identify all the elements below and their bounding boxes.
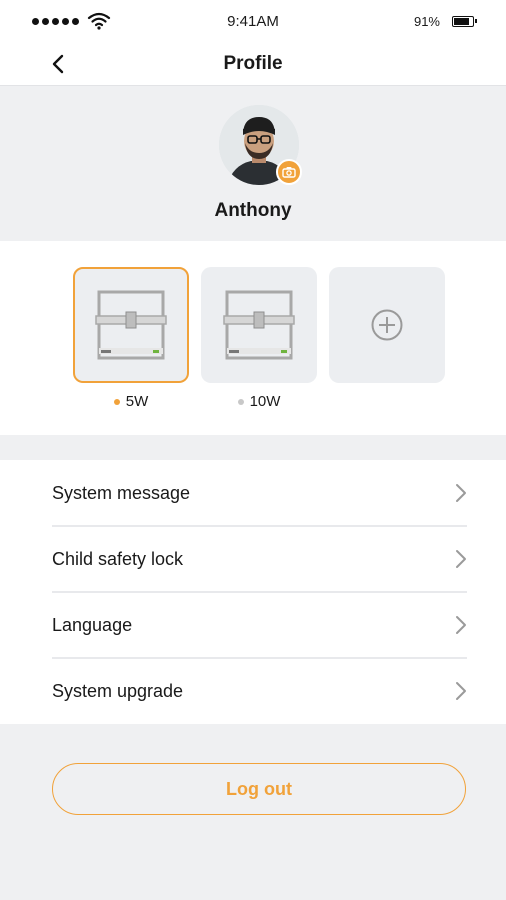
selected-dot xyxy=(113,398,120,405)
device-name: 10W xyxy=(249,393,281,410)
menu-item-system-upgrade[interactable]: System upgrade xyxy=(52,658,467,724)
change-photo-button[interactable] xyxy=(276,159,302,185)
battery-icon xyxy=(452,15,477,27)
device-card-10w[interactable] xyxy=(201,267,317,383)
device-label-10w: 10W xyxy=(201,393,317,410)
page-title: Profile xyxy=(223,53,283,74)
menu-item-system-message[interactable]: System message xyxy=(52,460,467,526)
plus-circle-icon xyxy=(371,309,403,341)
logout-button[interactable]: Log out xyxy=(52,763,466,815)
device-name: 5W xyxy=(125,393,149,410)
battery-percent: 91% xyxy=(413,13,440,29)
device-label-5w: 5W xyxy=(73,393,189,410)
profile-section: Anthony xyxy=(0,87,506,241)
menu-item-child-safety-lock[interactable]: Child safety lock xyxy=(52,526,467,592)
nav-bar: Profile xyxy=(0,42,506,86)
settings-menu: System message Child safety lock Languag… xyxy=(0,460,506,724)
avatar-wrap[interactable] xyxy=(219,105,302,187)
chevron-right-icon xyxy=(456,484,466,502)
camera-icon xyxy=(282,167,296,178)
menu-item-label: System message xyxy=(52,482,191,503)
menu-item-label: Child safety lock xyxy=(52,548,184,569)
status-bar: 9:41AM 91% xyxy=(0,0,506,42)
signal-dots-icon xyxy=(32,17,79,25)
add-device-button[interactable] xyxy=(329,267,445,383)
device-card-5w[interactable] xyxy=(73,267,189,383)
status-right: 91% xyxy=(413,13,477,29)
wifi-icon xyxy=(87,12,111,30)
chevron-right-icon xyxy=(456,550,466,568)
menu-item-label: Language xyxy=(52,614,133,635)
battery-fill xyxy=(454,17,470,25)
menu-item-language[interactable]: Language xyxy=(52,592,467,658)
user-name: Anthony xyxy=(214,200,292,221)
devices-section: 5W 10W xyxy=(0,241,506,435)
chevron-right-icon xyxy=(456,616,466,634)
unselected-dot xyxy=(237,398,244,405)
menu-item-label: System upgrade xyxy=(52,680,184,701)
laser-engraver-icon xyxy=(95,290,167,360)
chevron-right-icon xyxy=(456,682,466,700)
status-left xyxy=(32,12,111,30)
laser-engraver-icon xyxy=(223,290,295,360)
